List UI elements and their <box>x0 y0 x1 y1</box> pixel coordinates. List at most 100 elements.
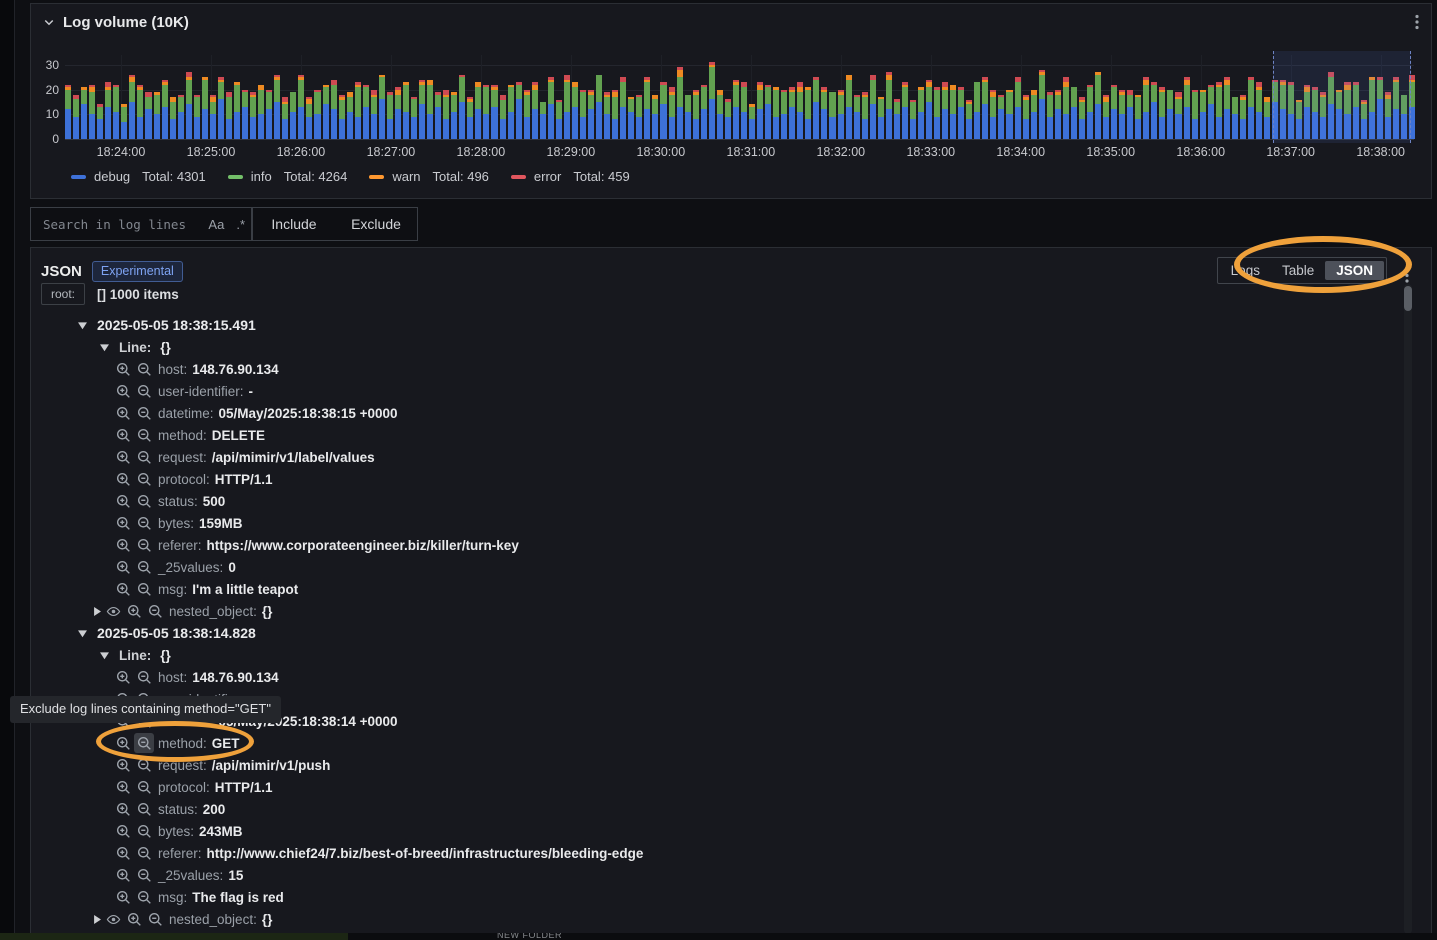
log-field-row: referer:http://www.chief24/7.biz/best-of… <box>31 842 1403 864</box>
scrollbar-thumb[interactable] <box>1404 286 1412 311</box>
visibility-eye-icon[interactable] <box>103 909 123 929</box>
filter-out-value-icon[interactable] <box>134 777 154 797</box>
x-axis-tick: 18:32:00 <box>816 145 865 159</box>
expand-triangle-icon[interactable] <box>75 320 89 331</box>
match-case-button[interactable]: Aa <box>202 215 230 234</box>
filter-for-value-icon[interactable] <box>113 733 133 753</box>
log-field-key: method: <box>158 736 207 751</box>
legend-series-name[interactable]: debug <box>94 169 130 184</box>
expand-triangle-icon[interactable] <box>75 628 89 639</box>
filter-out-value-icon[interactable] <box>134 755 154 775</box>
filter-for-value-icon[interactable] <box>124 601 144 621</box>
legend-series-total: Total: 496 <box>433 169 489 184</box>
exclude-button[interactable]: Exclude <box>335 208 417 240</box>
filter-for-value-icon[interactable] <box>113 447 133 467</box>
log-line-row: Line:{} <box>31 336 1403 358</box>
root-node-label[interactable]: root: <box>41 283 85 305</box>
filter-for-value-icon[interactable] <box>113 425 133 445</box>
filter-out-value-icon[interactable] <box>134 887 154 907</box>
legend-item-warn[interactable]: warn Total: 496 <box>369 169 489 184</box>
log-volume-bar <box>298 75 304 139</box>
filter-out-value-icon[interactable] <box>134 491 154 511</box>
collapsed-triangle-icon[interactable] <box>89 606 103 617</box>
log-volume-bar <box>234 82 240 139</box>
filter-for-value-icon[interactable] <box>113 381 133 401</box>
view-toggle-table[interactable]: Table <box>1271 261 1325 280</box>
filter-for-value-icon[interactable] <box>113 359 133 379</box>
log-field-value: https://www.corporateengineer.biz/killer… <box>207 538 519 553</box>
filter-out-value-icon[interactable] <box>134 447 154 467</box>
legend-color-dash <box>511 175 526 179</box>
legend-item-info[interactable]: infoTotal: 4264 <box>228 169 348 184</box>
log-volume-bar <box>974 82 980 139</box>
filter-out-value-icon[interactable] <box>134 865 154 885</box>
log-entry-timestamp: 2025-05-05 18:38:14.828 <box>97 625 256 641</box>
time-range-selection <box>1273 51 1411 143</box>
log-volume-bar <box>733 80 739 139</box>
filter-out-value-icon[interactable] <box>134 381 154 401</box>
log-volume-bar <box>604 92 610 139</box>
collapse-chevron-icon[interactable] <box>43 16 55 28</box>
filter-out-value-icon[interactable] <box>134 535 154 555</box>
legend-series-name[interactable]: warn <box>392 169 420 184</box>
filter-for-value-icon[interactable] <box>113 887 133 907</box>
filter-out-value-icon[interactable] <box>145 909 165 929</box>
filter-out-value-icon[interactable] <box>134 359 154 379</box>
view-toggle-json[interactable]: JSON <box>1325 261 1384 280</box>
regex-button[interactable]: .* <box>230 215 251 234</box>
filter-out-value-icon[interactable] <box>134 821 154 841</box>
filter-for-value-icon[interactable] <box>113 799 133 819</box>
collapsed-triangle-icon[interactable] <box>89 914 103 925</box>
filter-for-value-icon[interactable] <box>113 843 133 863</box>
expand-triangle-icon[interactable] <box>97 342 111 353</box>
log-volume-bar <box>1119 90 1125 139</box>
log-volume-bar <box>838 90 844 139</box>
filter-for-value-icon[interactable] <box>113 755 133 775</box>
filter-out-value-icon[interactable] <box>134 843 154 863</box>
chart-plot[interactable] <box>65 55 1414 139</box>
filter-for-value-icon[interactable] <box>113 667 133 687</box>
expand-triangle-icon[interactable] <box>97 650 111 661</box>
scrollbar-track[interactable] <box>1404 284 1412 934</box>
filter-for-value-icon[interactable] <box>113 513 133 533</box>
search-input[interactable] <box>31 217 202 232</box>
y-axis-tick: 20 <box>31 83 59 97</box>
filter-out-value-icon[interactable] <box>134 403 154 423</box>
log-volume-bar <box>910 100 916 140</box>
filter-out-value-icon[interactable] <box>134 667 154 687</box>
legend-series-name[interactable]: error <box>534 169 561 184</box>
visibility-eye-icon[interactable] <box>103 601 123 621</box>
view-toggle-logs[interactable]: Logs <box>1220 261 1271 280</box>
line-value: {} <box>160 340 171 355</box>
filter-out-value-icon[interactable] <box>134 513 154 533</box>
log-volume-bar <box>411 97 417 139</box>
filter-for-value-icon[interactable] <box>113 821 133 841</box>
view-toggle-group: LogsTableJSON <box>1217 257 1387 284</box>
legend-item-debug[interactable]: debug Total: 4301 <box>71 169 206 184</box>
filter-for-value-icon[interactable] <box>113 403 133 423</box>
log-volume-bar <box>1079 97 1085 139</box>
filter-for-value-icon[interactable] <box>113 865 133 885</box>
filter-for-value-icon[interactable] <box>124 909 144 929</box>
legend-item-error[interactable]: errorTotal: 459 <box>511 169 630 184</box>
filter-out-value-icon[interactable] <box>134 733 154 753</box>
log-volume-bar <box>1256 82 1262 139</box>
include-button[interactable]: Include <box>253 208 335 240</box>
filter-out-value-icon[interactable] <box>134 579 154 599</box>
log-volume-bar <box>749 104 755 139</box>
chart-panel-menu-icon[interactable] <box>1415 14 1419 30</box>
filter-for-value-icon[interactable] <box>113 557 133 577</box>
filter-out-value-icon[interactable] <box>134 425 154 445</box>
filter-for-value-icon[interactable] <box>113 491 133 511</box>
legend-series-name[interactable]: info <box>251 169 272 184</box>
filter-out-value-icon[interactable] <box>145 601 165 621</box>
filter-for-value-icon[interactable] <box>113 579 133 599</box>
filter-out-value-icon[interactable] <box>134 469 154 489</box>
filter-for-value-icon[interactable] <box>113 535 133 555</box>
filter-for-value-icon[interactable] <box>113 777 133 797</box>
legend-series-total: Total: 4301 <box>142 169 206 184</box>
filter-out-value-icon[interactable] <box>134 557 154 577</box>
filter-out-value-icon[interactable] <box>134 799 154 819</box>
log-field-value: 15 <box>228 868 243 883</box>
filter-for-value-icon[interactable] <box>113 469 133 489</box>
